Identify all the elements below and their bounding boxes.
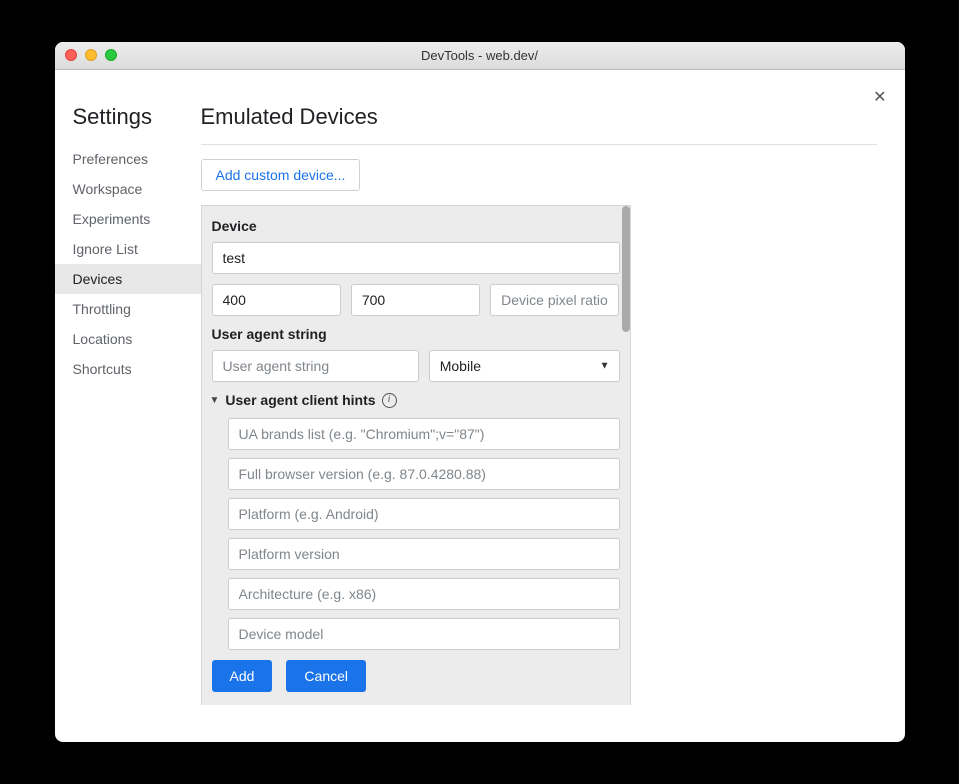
- devtools-window: DevTools - web.dev/ ✕ Settings Preferenc…: [55, 42, 905, 742]
- add-custom-device-button[interactable]: Add custom device...: [201, 159, 361, 191]
- sidebar-item-preferences[interactable]: Preferences: [55, 144, 201, 174]
- device-type-select[interactable]: Mobile: [429, 350, 620, 382]
- scrollbar-thumb[interactable]: [622, 206, 630, 332]
- sidebar-item-devices[interactable]: Devices: [55, 264, 201, 294]
- sidebar-item-shortcuts[interactable]: Shortcuts: [55, 354, 201, 384]
- settings-content: Settings Preferences Workspace Experimen…: [55, 70, 905, 742]
- info-icon[interactable]: i: [382, 393, 397, 408]
- device-form: Device User agent string: [201, 205, 631, 705]
- window-titlebar: DevTools - web.dev/: [55, 42, 905, 70]
- form-buttons: Add Cancel: [212, 660, 620, 692]
- window-title: DevTools - web.dev/: [421, 48, 538, 63]
- device-section-label: Device: [212, 218, 620, 234]
- ua-brands-input[interactable]: [228, 418, 620, 450]
- ua-section-label: User agent string: [212, 326, 620, 342]
- sidebar-item-experiments[interactable]: Experiments: [55, 204, 201, 234]
- device-height-input[interactable]: [351, 284, 480, 316]
- close-window-button[interactable]: [65, 49, 77, 61]
- cancel-button[interactable]: Cancel: [286, 660, 366, 692]
- ua-client-hints-toggle[interactable]: ▼ User agent client hints i: [210, 392, 620, 408]
- device-pixel-ratio-input[interactable]: [490, 284, 619, 316]
- device-width-input[interactable]: [212, 284, 341, 316]
- ua-platform-input[interactable]: [228, 498, 620, 530]
- device-name-input[interactable]: [212, 242, 620, 274]
- maximize-window-button[interactable]: [105, 49, 117, 61]
- sidebar-title: Settings: [55, 104, 201, 144]
- sidebar-item-ignore-list[interactable]: Ignore List: [55, 234, 201, 264]
- main-panel: Emulated Devices Add custom device... De…: [201, 92, 905, 742]
- device-type-select-wrap: Mobile ▼: [429, 350, 620, 382]
- add-button[interactable]: Add: [212, 660, 273, 692]
- sidebar-item-locations[interactable]: Locations: [55, 324, 201, 354]
- sidebar: Settings Preferences Workspace Experimen…: [55, 92, 201, 742]
- page-title: Emulated Devices: [201, 104, 877, 145]
- ua-platform-version-input[interactable]: [228, 538, 620, 570]
- ua-client-hints-label: User agent client hints: [225, 392, 375, 408]
- sidebar-item-workspace[interactable]: Workspace: [55, 174, 201, 204]
- sidebar-item-throttling[interactable]: Throttling: [55, 294, 201, 324]
- ua-device-model-input[interactable]: [228, 618, 620, 650]
- device-form-wrap: Device User agent string: [201, 205, 631, 705]
- traffic-lights: [65, 49, 117, 61]
- minimize-window-button[interactable]: [85, 49, 97, 61]
- ua-client-hints-fields: [212, 418, 620, 650]
- ua-full-version-input[interactable]: [228, 458, 620, 490]
- user-agent-input[interactable]: [212, 350, 419, 382]
- ua-architecture-input[interactable]: [228, 578, 620, 610]
- triangle-down-icon: ▼: [210, 395, 220, 406]
